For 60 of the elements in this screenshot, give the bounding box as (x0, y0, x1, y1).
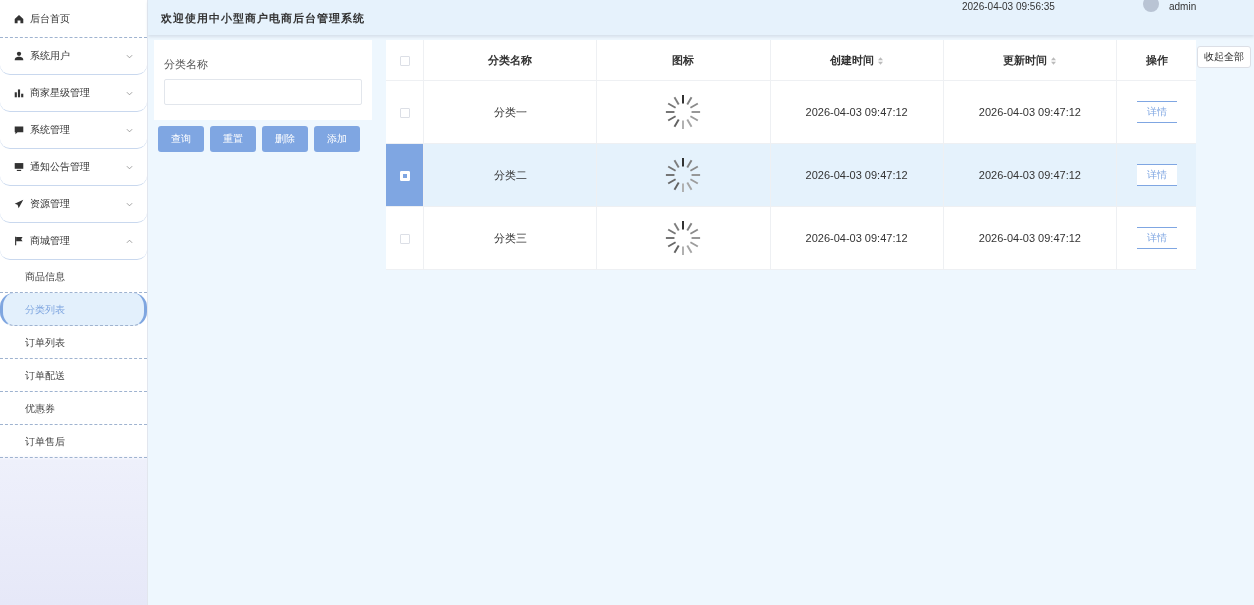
table-cell: 2026-04-03 09:47:12 (943, 206, 1117, 270)
table-cell: 2026-04-03 09:47:12 (770, 143, 944, 207)
loading-spinner-icon (664, 156, 703, 194)
table-cell: 分类三 (423, 206, 597, 270)
menu-label: 通知公告管理 (30, 160, 91, 174)
submenu-item[interactable]: 订单售后 (0, 425, 147, 458)
submenu-item[interactable]: 订单列表 (0, 326, 147, 359)
bar-chart-icon (14, 88, 24, 98)
chevron-icon (126, 90, 133, 96)
menu-group[interactable]: 商城管理 (0, 223, 147, 260)
table-cell: 2026-04-03 09:47:12 (943, 143, 1117, 207)
chevron-icon (126, 127, 133, 133)
sort-icon[interactable] (878, 56, 884, 65)
column-header: 操作 (1116, 40, 1196, 81)
avatar-icon[interactable] (1143, 0, 1159, 12)
sort-icon[interactable] (1051, 56, 1057, 65)
user-name[interactable]: admin (1169, 1, 1197, 12)
table-cell: 2026-04-03 09:47:12 (943, 80, 1117, 144)
menu-item[interactable]: 后台首页 (0, 0, 147, 38)
input-field[interactable] (164, 79, 362, 105)
column-header[interactable]: 创建时间 (770, 40, 944, 81)
monitor-icon (14, 162, 24, 172)
chat-icon (14, 125, 24, 135)
chevron-icon (126, 53, 133, 59)
submenu-item[interactable]: 优惠券 (0, 392, 147, 425)
chevron-icon (126, 238, 133, 244)
menu-group[interactable]: 资源管理 (0, 186, 147, 223)
loading-spinner-icon (664, 219, 703, 257)
row-checkbox[interactable] (399, 108, 410, 119)
menu-group[interactable]: 商家星级管理 (0, 75, 147, 112)
menu-label: 商城管理 (30, 234, 71, 248)
select-all-checkbox[interactable] (399, 56, 410, 67)
menu-label: 后台首页 (30, 11, 71, 26)
table-cell: 分类二 (423, 143, 597, 207)
menu-label: 商家星级管理 (30, 86, 91, 100)
date-time: 2026-04-03 09:56:35 (962, 1, 1055, 12)
menu-group[interactable]: 通知公告管理 (0, 149, 147, 186)
menu-group[interactable]: 系统用户 (0, 38, 147, 75)
table-cell: 2026-04-03 09:47:12 (770, 206, 944, 270)
field-label: 分类名称 (164, 57, 209, 72)
column-header: 分类名称 (423, 40, 597, 81)
table-cell: 2026-04-03 09:47:12 (770, 80, 944, 144)
column-header: 图标 (596, 40, 770, 81)
collapse-all-button[interactable]: 收起全部 (1197, 46, 1251, 68)
chevron-icon (126, 164, 133, 170)
menu-label: 系统用户 (30, 49, 71, 63)
paper-plane-icon (14, 199, 24, 209)
flag-icon (14, 236, 24, 246)
menu-label: 系统管理 (30, 123, 71, 137)
table-cell: 分类一 (423, 80, 597, 144)
page-title: 欢迎使用中小型商户电商后台管理系统 (161, 11, 365, 26)
submenu-item[interactable]: 订单配送 (0, 359, 147, 392)
menu-group[interactable]: 系统管理 (0, 112, 147, 149)
person-icon (14, 51, 24, 61)
house-icon (14, 13, 24, 24)
column-header[interactable]: 更新时间 (943, 40, 1117, 81)
row-checkbox[interactable] (399, 234, 410, 245)
menu-label: 资源管理 (30, 197, 71, 211)
loading-spinner-icon (664, 93, 703, 131)
chevron-icon (126, 201, 133, 207)
